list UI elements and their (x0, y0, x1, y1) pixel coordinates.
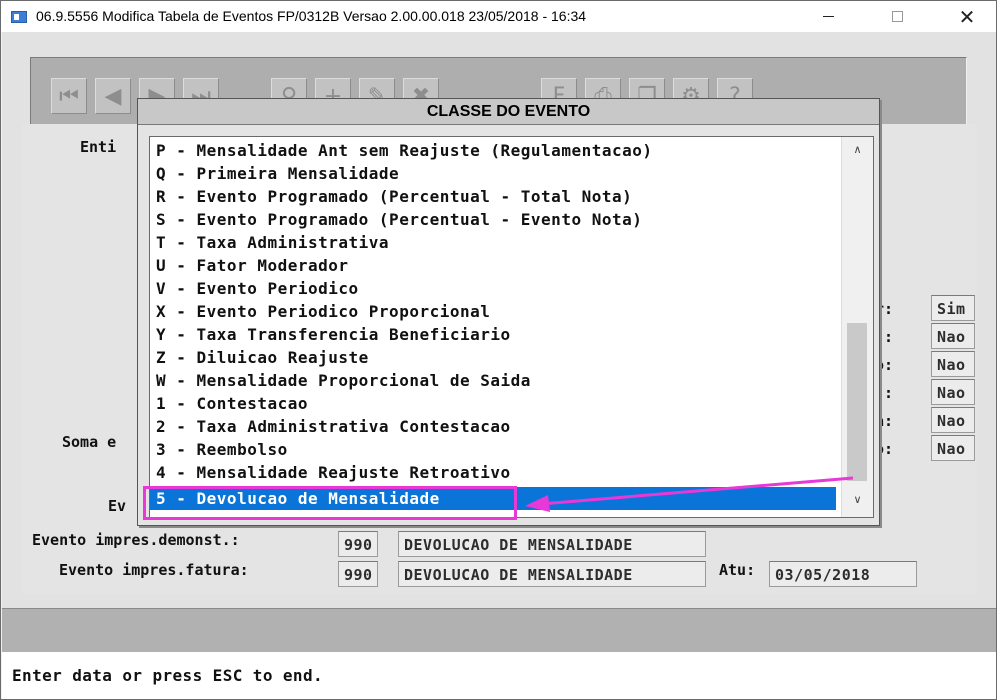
list-item[interactable]: Z - Diluicao Reajuste (150, 346, 836, 369)
list-item[interactable]: X - Evento Periodico Proporcional (150, 300, 836, 323)
evento-fatura-label: Evento impres.fatura: (59, 561, 249, 579)
app-window: 06.9.5556 Modifica Tabela de Eventos FP/… (0, 0, 997, 700)
right-field-5[interactable]: Nao (931, 407, 975, 433)
scroll-down-icon[interactable]: ∨ (842, 489, 873, 511)
evento-label: Ev (108, 497, 127, 515)
list-scrollbar[interactable]: ∧ ∨ (841, 137, 873, 517)
list-item[interactable]: 1 - Contestacao (150, 392, 836, 415)
maximize-button[interactable] (874, 1, 920, 32)
list-item[interactable]: R - Evento Programado (Percentual - Tota… (150, 185, 836, 208)
window-title: 06.9.5556 Modifica Tabela de Eventos FP/… (36, 8, 587, 24)
status-text: Enter data or press ESC to end. (12, 666, 324, 685)
right-field-2[interactable]: Nao (931, 323, 975, 349)
list-item[interactable]: 3 - Reembolso (150, 438, 836, 461)
first-record-icon: ⏮ (59, 83, 79, 109)
minimize-button[interactable] (805, 1, 851, 32)
previous-record-icon: ◀ (104, 83, 122, 109)
status-bar: Enter data or press ESC to end. (2, 652, 996, 699)
soma-label: Soma e (62, 433, 117, 451)
right-field-1[interactable]: Sim (931, 295, 975, 321)
scroll-up-icon[interactable]: ∧ (842, 139, 873, 161)
evento-demonst-label: Evento impres.demonst.: (32, 531, 240, 549)
atu-field[interactable]: 03/05/2018 (769, 561, 917, 587)
list-item[interactable]: S - Evento Programado (Percentual - Even… (150, 208, 836, 231)
entidade-label: Enti (80, 138, 117, 156)
classe-do-evento-dialog: CLASSE DO EVENTO P - Mensalidade Ant sem… (137, 98, 880, 526)
list-item[interactable]: W - Mensalidade Proporcional de Saida (150, 369, 836, 392)
app-icon (11, 11, 27, 23)
right-field-4[interactable]: Nao (931, 379, 975, 405)
close-icon: ✕ (958, 4, 976, 29)
dialog-title: CLASSE DO EVENTO (138, 99, 879, 125)
close-button[interactable]: ✕ (944, 1, 990, 32)
evento-demonst-desc: DEVOLUCAO DE MENSALIDADE (398, 531, 706, 557)
evento-fatura-desc: DEVOLUCAO DE MENSALIDADE (398, 561, 706, 587)
list-item[interactable]: Y - Taxa Transferencia Beneficiario (150, 323, 836, 346)
atu-label: Atu: (719, 561, 756, 579)
minimize-icon (822, 16, 834, 17)
annotation-highlight-box (143, 486, 517, 520)
event-class-listbox[interactable]: P - Mensalidade Ant sem Reajuste (Regula… (149, 136, 874, 518)
evento-fatura-code[interactable]: 990 (338, 561, 378, 587)
list-item[interactable]: U - Fator Moderador (150, 254, 836, 277)
scroll-thumb[interactable] (847, 323, 867, 481)
evento-demonst-code[interactable]: 990 (338, 531, 378, 557)
list-item[interactable]: P - Mensalidade Ant sem Reajuste (Regula… (150, 139, 836, 162)
first-record-button[interactable]: ⏮ (51, 78, 87, 114)
gray-band (2, 608, 996, 652)
right-field-6[interactable]: Nao (931, 435, 975, 461)
right-field-3[interactable]: Nao (931, 351, 975, 377)
previous-record-button[interactable]: ◀ (95, 78, 131, 114)
list-item[interactable]: T - Taxa Administrativa (150, 231, 836, 254)
maximize-icon (891, 11, 903, 22)
list-item[interactable]: Q - Primeira Mensalidade (150, 162, 836, 185)
list-item[interactable]: V - Evento Periodico (150, 277, 836, 300)
list-item[interactable]: 4 - Mensalidade Reajuste Retroativo (150, 461, 836, 484)
title-bar[interactable]: 06.9.5556 Modifica Tabela de Eventos FP/… (1, 1, 996, 32)
list-item[interactable]: 2 - Taxa Administrativa Contestacao (150, 415, 836, 438)
